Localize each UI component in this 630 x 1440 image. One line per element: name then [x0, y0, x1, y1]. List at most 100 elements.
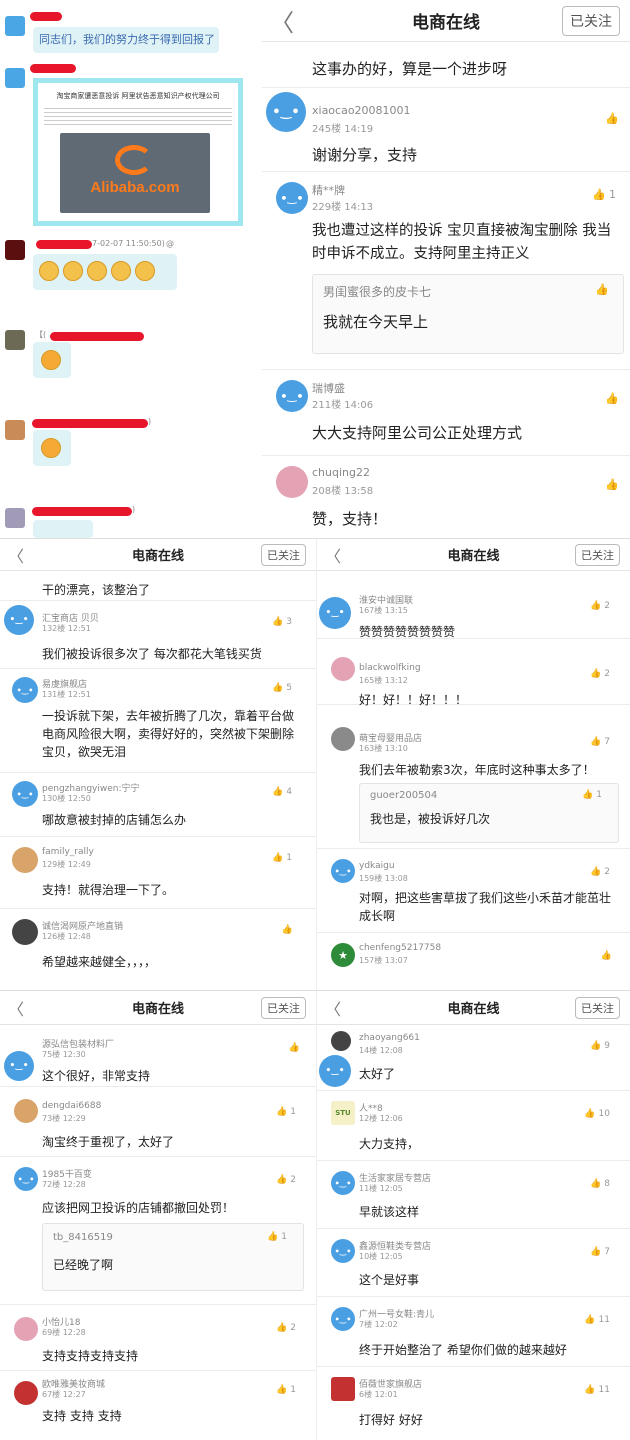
- comment-username[interactable]: chuqing22: [312, 466, 370, 479]
- comment-meta: 67楼 12:27: [42, 1390, 86, 1399]
- thumbs-up-icon: 👍: [267, 1232, 279, 1242]
- avatar[interactable]: •‿•: [4, 605, 34, 635]
- back-chevron-icon[interactable]: 〈: [8, 543, 24, 567]
- like-count: 4: [286, 787, 292, 797]
- avatar[interactable]: [276, 466, 308, 498]
- chat-avatar-icon: [5, 240, 25, 260]
- reply-text: 我也是，被投诉好几次: [370, 812, 491, 826]
- avatar[interactable]: •‿•: [276, 380, 308, 412]
- like-button[interactable]: 👍 2: [276, 1323, 296, 1333]
- like-button[interactable]: 👍 2: [276, 1175, 296, 1185]
- avatar[interactable]: •‿•: [319, 597, 351, 629]
- comment-username[interactable]: 瑞博盛: [312, 380, 345, 396]
- like-button[interactable]: 👍 7: [590, 1247, 610, 1257]
- like-button[interactable]: 👍 11: [584, 1315, 610, 1325]
- like-button[interactable]: 👍 4: [272, 787, 292, 797]
- like-button[interactable]: 👍 1: [276, 1107, 296, 1117]
- comment-username[interactable]: dengdai6688: [42, 1101, 101, 1111]
- avatar[interactable]: •‿•: [266, 92, 306, 132]
- avatar[interactable]: [14, 1099, 38, 1123]
- like-button[interactable]: 👍: [605, 478, 622, 491]
- like-button[interactable]: 👍: [605, 392, 622, 405]
- like-count: 1: [290, 1107, 296, 1117]
- like-button[interactable]: 👍 2: [590, 867, 610, 877]
- comment-username[interactable]: family_rally: [42, 847, 94, 857]
- like-button[interactable]: 👍 3: [272, 617, 292, 627]
- avatar[interactable]: [12, 847, 38, 873]
- user-photo[interactable]: [331, 1031, 351, 1051]
- avatar[interactable]: •‿•: [331, 1171, 355, 1195]
- avatar[interactable]: •‿•: [331, 859, 355, 883]
- like-button[interactable]: 👍 2: [590, 669, 610, 679]
- follow-button[interactable]: 已关注: [261, 996, 306, 1019]
- back-chevron-icon[interactable]: 〈: [325, 996, 341, 1020]
- page-title: 电商在线: [131, 1002, 184, 1017]
- avatar[interactable]: [331, 1377, 355, 1401]
- back-chevron-icon[interactable]: 〈: [325, 543, 341, 567]
- thumbs-emoji-icon: [111, 261, 131, 281]
- avatar[interactable]: •‿•: [12, 677, 38, 703]
- comment-username[interactable]: 精**牌: [312, 182, 345, 198]
- avatar[interactable]: [331, 727, 355, 751]
- reply-username[interactable]: 男闺蜜很多的皮卡七: [323, 283, 431, 300]
- follow-button[interactable]: 已关注: [575, 543, 620, 566]
- comment-username[interactable]: ydkaigu: [359, 861, 395, 871]
- avatar[interactable]: [14, 1317, 38, 1341]
- comment-item: dengdai6688 73楼 12:29 👍 1 淘宝终于重视了，太好了: [0, 1087, 316, 1157]
- reply-username[interactable]: tb_8416519: [53, 1232, 113, 1243]
- back-chevron-icon[interactable]: 〈: [8, 996, 24, 1020]
- like-button[interactable]: 👍 1: [272, 853, 292, 863]
- comments-panel-3: 〈 电商在线 已关注 •‿• 淮安中诚国联 167楼 13:15 👍 2 赞赞赞赞…: [316, 538, 630, 990]
- avatar[interactable]: [331, 657, 355, 681]
- comment-text: 我们被投诉很多次了 每次都花大笔钱买货: [42, 647, 262, 661]
- like-button[interactable]: 👍: [282, 925, 296, 935]
- avatar[interactable]: •‿•: [319, 1055, 351, 1087]
- like-count: 11: [598, 1315, 610, 1325]
- follow-button[interactable]: 已关注: [575, 996, 620, 1019]
- avatar[interactable]: ★: [331, 943, 355, 967]
- like-button[interactable]: 👍 9: [590, 1041, 610, 1051]
- comment-username[interactable]: blackwolfking: [359, 663, 421, 673]
- like-button[interactable]: 👍 1: [582, 790, 602, 800]
- like-button[interactable]: 👍 10: [584, 1109, 610, 1119]
- avatar[interactable]: •‿•: [4, 1051, 34, 1081]
- like-button[interactable]: 👍 1: [592, 188, 616, 201]
- news-card[interactable]: 淘宝商家遭恶意投诉 阿里状告恶意知识产权代理公司 Alibaba.com: [33, 78, 243, 226]
- like-count: 1: [286, 853, 292, 863]
- like-button[interactable]: 👍: [605, 112, 622, 125]
- like-button[interactable]: 👍 7: [590, 737, 610, 747]
- avatar[interactable]: [14, 1381, 38, 1405]
- avatar[interactable]: •‿•: [331, 1239, 355, 1263]
- like-button[interactable]: 👍 8: [590, 1179, 610, 1189]
- page-title: 电商在线: [447, 549, 500, 564]
- follow-button[interactable]: 已关注: [562, 5, 620, 36]
- comment-item: •‿• 广州一号女鞋:青儿 7楼 12:02 👍 11 终于开始整治了 希望你们做…: [317, 1297, 630, 1367]
- chat-avatar-icon: [5, 330, 25, 350]
- like-button[interactable]: 👍: [289, 1043, 300, 1053]
- comment-item: •‿• 易虔旗舰店 131楼 12:51 👍 5 一投诉就下架，去年被折腾了几次，…: [0, 669, 316, 773]
- comments-panel-5: 〈 电商在线 已关注 •‿• zhaoyang661 14楼 12:08 👍 9 …: [316, 990, 630, 1440]
- comment-username[interactable]: chenfeng5217758: [359, 943, 441, 953]
- like-button[interactable]: 👍 1: [276, 1385, 296, 1395]
- like-button[interactable]: 👍 2: [590, 601, 610, 611]
- like-button[interactable]: 👍 1: [267, 1232, 287, 1242]
- like-button[interactable]: 👍 11: [584, 1385, 610, 1395]
- comment-username[interactable]: zhaoyang661: [359, 1033, 420, 1043]
- avatar[interactable]: •‿•: [14, 1167, 38, 1191]
- comment-username[interactable]: xiaocao20081001: [312, 104, 411, 117]
- avatar[interactable]: [12, 919, 38, 945]
- comment-item: 佰薇世家旗舰店 6楼 12:01 👍 11 打得好 好好: [317, 1367, 630, 1439]
- like-button[interactable]: 👍: [595, 283, 609, 296]
- avatar[interactable]: STU: [331, 1101, 355, 1125]
- thumbs-up-icon: 👍: [272, 617, 284, 627]
- avatar[interactable]: •‿•: [276, 182, 308, 214]
- reply-username[interactable]: guoer200504: [370, 790, 437, 801]
- follow-button[interactable]: 已关注: [261, 543, 306, 566]
- app-header: 〈 电商在线 已关注: [0, 539, 316, 571]
- like-button[interactable]: 👍: [601, 951, 612, 961]
- like-button[interactable]: 👍 5: [272, 683, 292, 693]
- avatar[interactable]: •‿•: [12, 781, 38, 807]
- back-chevron-icon[interactable]: 〈: [270, 3, 294, 38]
- comment-text: 早就该这样: [359, 1205, 420, 1219]
- avatar[interactable]: •‿•: [331, 1307, 355, 1331]
